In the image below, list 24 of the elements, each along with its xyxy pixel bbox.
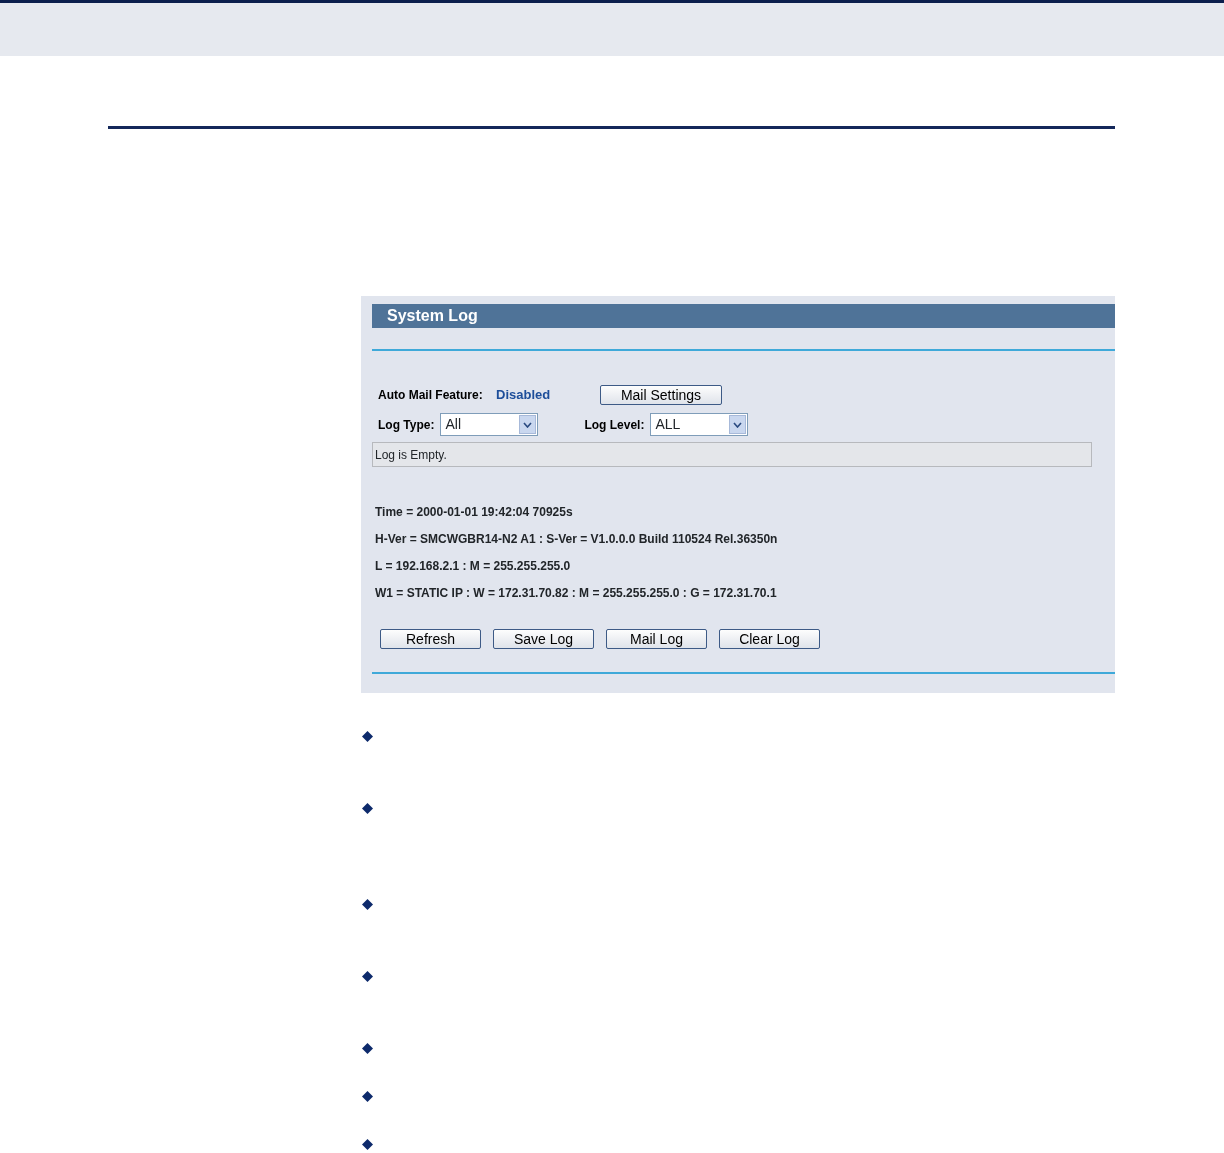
dropdown[interactable]: All: [440, 413, 539, 436]
diamond-bullet-icon: [362, 971, 373, 982]
info-line: H-Ver = SMCWGBR14-N2 A1 : S-Ver = V1.0.0.0 Build 110524 Rel.36350n: [375, 531, 779, 548]
auto-mail-status: Disabled: [496, 386, 552, 405]
filter-label: Log Level:: [584, 416, 645, 434]
diamond-bullet-icon: [362, 803, 373, 814]
log-box: Log is Empty.: [372, 442, 1092, 467]
action-button[interactable]: Save Log: [493, 629, 594, 649]
info-line: L = 192.168.2.1 : M = 255.255.255.0: [375, 558, 572, 575]
panel-title: System Log: [372, 304, 1115, 328]
info-line: W1 = STATIC IP : W = 172.31.70.82 : M = 255.255.255.0 : G = 172.31.70.1: [375, 585, 778, 602]
diamond-bullet-icon: [362, 1043, 373, 1054]
action-button[interactable]: Clear Log: [719, 629, 820, 649]
diamond-bullet-icon: [362, 899, 373, 910]
diamond-bullet-icon: [362, 1091, 373, 1102]
filter-label: Log Type:: [378, 416, 435, 434]
auto-mail-label: Auto Mail Feature:: [378, 387, 484, 404]
action-button[interactable]: Refresh: [380, 629, 481, 649]
action-button[interactable]: Mail Log: [606, 629, 707, 649]
info-line: Time = 2000-01-01 19:42:04 70925s: [375, 504, 574, 521]
diamond-bullet-icon: [362, 1139, 373, 1150]
mail-settings-button[interactable]: Mail Settings: [600, 385, 722, 405]
diamond-bullet-icon: [362, 731, 373, 742]
dropdown[interactable]: ALL: [650, 413, 749, 436]
